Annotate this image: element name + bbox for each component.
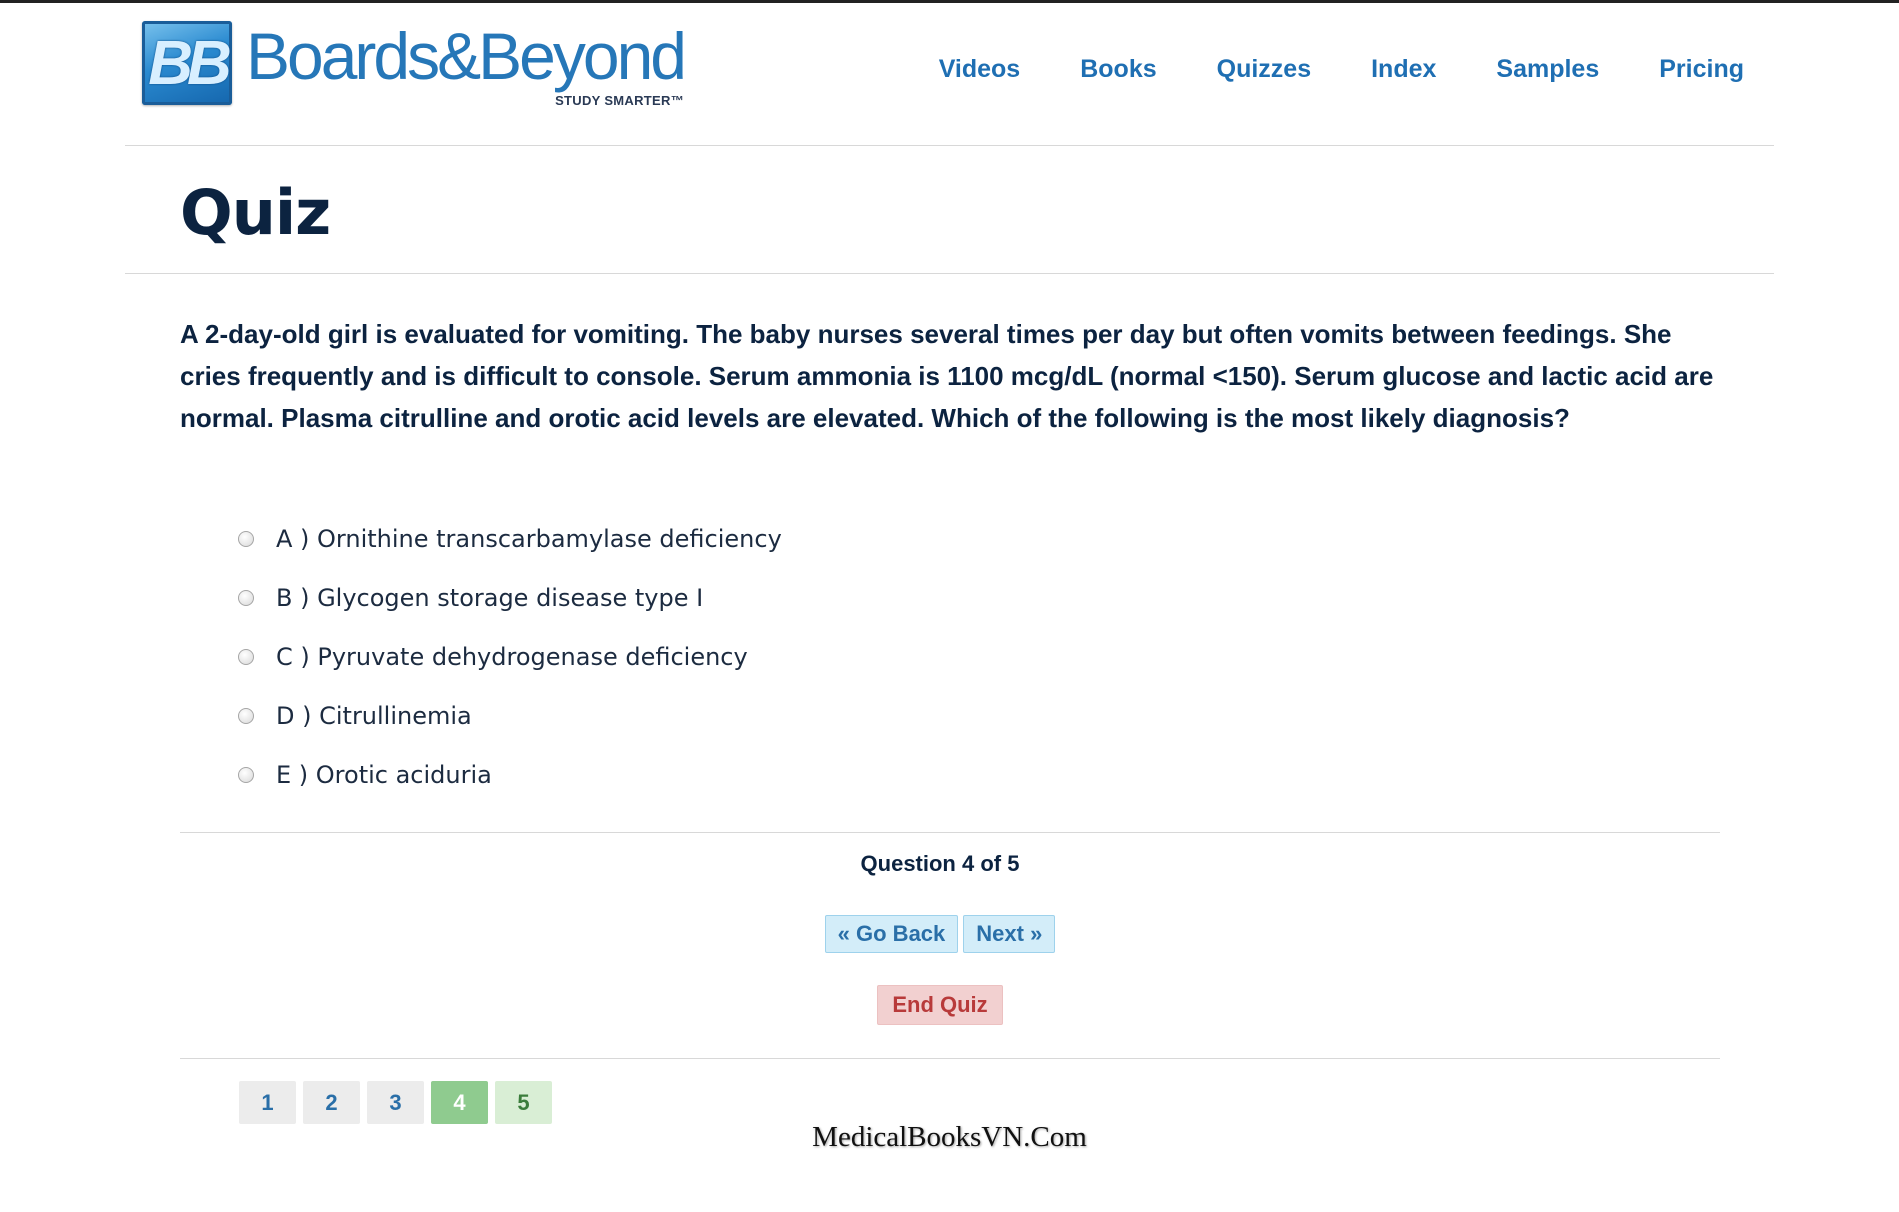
nav-videos[interactable]: Videos [939,55,1021,84]
answer-radio-b[interactable] [238,589,254,606]
nav-buttons: « Go Back Next » [0,915,1880,953]
answer-radio-e[interactable] [238,766,254,783]
answer-label-b[interactable]: B ) Glycogen storage disease type I [276,584,703,612]
answer-list: A ) Ornithine transcarbamylase deficienc… [238,509,782,804]
page-button-5[interactable]: 5 [495,1081,552,1124]
page-button-4-current[interactable]: 4 [431,1081,488,1124]
nav-books[interactable]: Books [1080,55,1156,84]
nav-quizzes[interactable]: Quizzes [1217,55,1311,84]
answer-radio-d[interactable] [238,707,254,724]
quiz-page: BB Boards&Beyond STUDY SMARTER™ Videos B… [0,0,1899,1212]
answer-label-c[interactable]: C ) Pyruvate dehydrogenase deficiency [276,643,748,671]
logo-tagline: STUDY SMARTER™ [555,93,684,108]
answer-option-d[interactable]: D ) Citrullinemia [238,686,782,745]
question-pagination: 1 2 3 4 5 [239,1081,552,1124]
answer-radio-c[interactable] [238,648,254,665]
site-header: BB Boards&Beyond STUDY SMARTER™ Videos B… [125,3,1774,146]
watermark: MedicalBooksVN.Com [812,1121,1087,1153]
answer-radio-a[interactable] [238,530,254,547]
answer-label-a[interactable]: A ) Ornithine transcarbamylase deficienc… [276,525,782,553]
go-back-button[interactable]: « Go Back [824,915,959,953]
nav-index[interactable]: Index [1371,55,1436,84]
answer-option-a[interactable]: A ) Ornithine transcarbamylase deficienc… [238,509,782,568]
logo-mark-icon: BB [142,21,232,105]
page-button-3[interactable]: 3 [367,1081,424,1124]
logo-wordmark: Boards&Beyond STUDY SMARTER™ [246,19,687,108]
answer-option-c[interactable]: C ) Pyruvate dehydrogenase deficiency [238,627,782,686]
question-counter: Question 4 of 5 [860,851,1020,876]
answer-label-d[interactable]: D ) Citrullinemia [276,702,472,730]
answer-option-e[interactable]: E ) Orotic aciduria [238,745,782,804]
nav-pricing[interactable]: Pricing [1659,55,1744,84]
site-logo[interactable]: BB Boards&Beyond STUDY SMARTER™ [142,19,687,109]
end-quiz-row: End Quiz [0,985,1880,1025]
page-button-1[interactable]: 1 [239,1081,296,1124]
question-text: A 2-day-old girl is evaluated for vomiti… [180,319,1714,433]
end-quiz-button[interactable]: End Quiz [877,985,1003,1025]
logo-name: Boards&Beyond [246,19,687,93]
divider-bottom [180,1058,1720,1059]
answer-label-e[interactable]: E ) Orotic aciduria [276,761,492,789]
page-title: Quiz [180,176,331,249]
answer-option-b[interactable]: B ) Glycogen storage disease type I [238,568,782,627]
divider-top [180,832,1720,833]
page-button-2[interactable]: 2 [303,1081,360,1124]
title-band: Quiz [125,146,1774,274]
main-nav: Videos Books Quizzes Index Samples Prici… [879,55,1744,84]
nav-samples[interactable]: Samples [1496,55,1599,84]
next-button[interactable]: Next » [963,915,1056,953]
